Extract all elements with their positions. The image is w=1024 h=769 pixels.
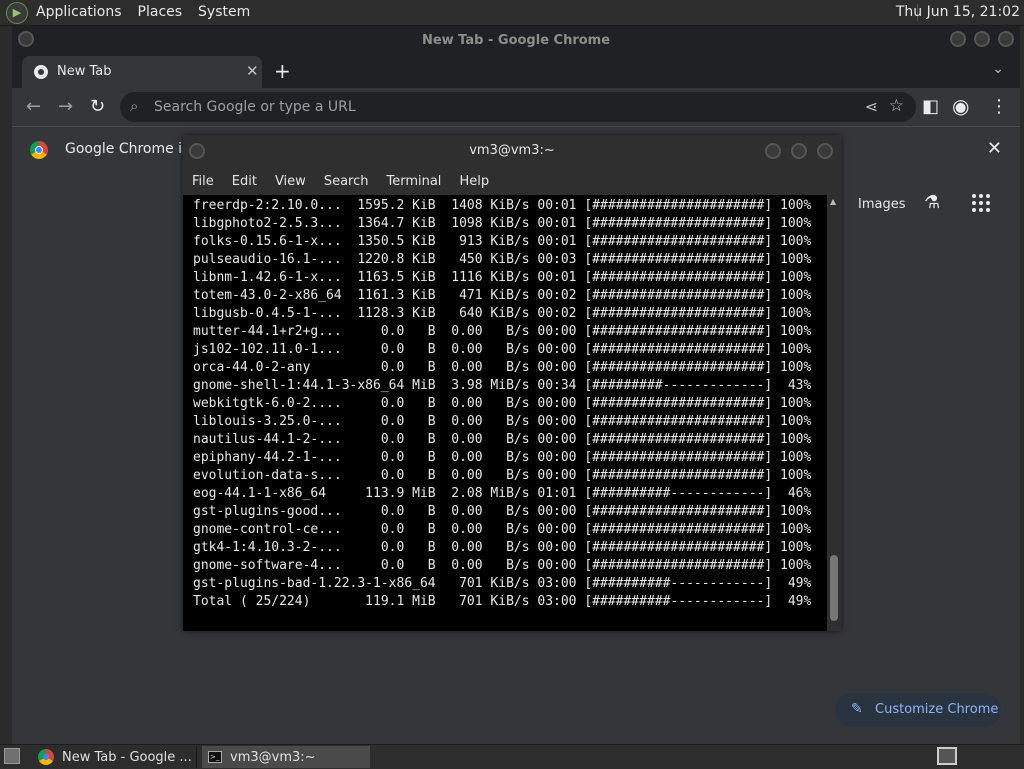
- menu-search[interactable]: Search: [315, 174, 378, 189]
- tab-close-icon[interactable]: ✕: [246, 62, 259, 80]
- reload-icon[interactable]: ↻: [90, 96, 105, 117]
- terminal-line: liblouis-3.25.0-... 0.0 B 0.00 B/s 00:00…: [193, 414, 812, 429]
- scroll-up-arrow-icon[interactable]: ▲: [830, 197, 836, 206]
- share-icon[interactable]: ⋖: [865, 97, 878, 116]
- menu-edit[interactable]: Edit: [223, 174, 266, 189]
- terminal-line: gnome-software-4... 0.0 B 0.00 B/s 00:00…: [193, 558, 812, 573]
- terminal-line: libgphoto2-2.5.3... 1364.7 KiB 1098 KiB/…: [193, 216, 812, 231]
- terminal-line: gtk4-1:4.10.3-2-... 0.0 B 0.00 B/s 00:00…: [193, 540, 812, 555]
- terminal-line: webkitgtk-6.0-2.... 0.0 B 0.00 B/s 00:00…: [193, 396, 812, 411]
- tab-label: New Tab: [57, 64, 112, 79]
- places-menu[interactable]: Places: [130, 0, 191, 25]
- tabstrip: New Tab ✕ + ⌄: [12, 56, 1020, 88]
- terminal-close-icon[interactable]: [817, 143, 833, 159]
- terminal-line: libnm-1.42.6-1-x... 1163.5 KiB 1116 KiB/…: [193, 270, 812, 285]
- terminal-line: folks-0.15.6-1-x... 1350.5 KiB 913 KiB/s…: [193, 234, 812, 249]
- pencil-icon: ✎: [851, 701, 863, 717]
- side-panel-icon[interactable]: ◧: [922, 96, 939, 117]
- forward-arrow-icon[interactable]: →: [58, 96, 73, 117]
- terminal-line: freerdp-2:2.10.0... 1595.2 KiB 1408 KiB/…: [193, 198, 812, 213]
- back-arrow-icon[interactable]: ←: [26, 96, 41, 117]
- chrome-favicon-icon: [34, 65, 48, 79]
- terminal-line: eog-44.1-1-x86_64 113.9 MiB 2.08 MiB/s 0…: [193, 486, 812, 501]
- chrome-task-icon: [38, 749, 54, 765]
- terminal-task-icon: >_: [208, 751, 222, 763]
- taskbar-chrome-button[interactable]: New Tab - Google ...: [30, 746, 197, 768]
- terminal-line: gnome-shell-1:44.1-3-x86_64 MiB 3.98 MiB…: [193, 378, 812, 393]
- scrollbar-thumb[interactable]: [830, 555, 838, 621]
- terminal-window: vm3@vm3:~ File Edit View Search Terminal…: [183, 135, 841, 631]
- terminal-line: js102-102.11.0-1... 0.0 B 0.00 B/s 00:00…: [193, 342, 812, 357]
- images-link[interactable]: Images: [858, 197, 906, 212]
- search-icon: ⌕: [130, 97, 139, 115]
- clock[interactable]: Thu Jun 15, 21:02: [896, 0, 1020, 25]
- terminal-line: Total ( 25/224) 119.1 MiB 701 KiB/s 03:0…: [193, 594, 812, 609]
- terminal-line: orca-44.0-2-any 0.0 B 0.00 B/s 00:00 [##…: [193, 360, 812, 375]
- terminal-line: totem-43.0-2-x86_64 1161.3 KiB 471 KiB/s…: [193, 288, 812, 303]
- profile-avatar-icon[interactable]: ◉: [952, 94, 969, 118]
- menu-file[interactable]: File: [183, 174, 223, 189]
- taskbar-terminal-label: vm3@vm3:~: [230, 749, 316, 765]
- terminal-scrollbar[interactable]: ▲: [827, 195, 841, 631]
- terminal-menubar: File Edit View Search Terminal Help: [183, 167, 841, 195]
- menu-view[interactable]: View: [266, 174, 315, 189]
- omnibox[interactable]: ⌕ Search Google or type a URL ⋖ ☆: [120, 92, 916, 122]
- terminal-line: nautilus-44.1-2-... 0.0 B 0.00 B/s 00:00…: [193, 432, 812, 447]
- show-desktop-icon[interactable]: [4, 748, 20, 764]
- terminal-maximize-icon[interactable]: [791, 143, 807, 159]
- terminal-line: gnome-control-ce... 0.0 B 0.00 B/s 00:00…: [193, 522, 812, 537]
- chrome-titlebar[interactable]: New Tab - Google Chrome: [12, 26, 1020, 56]
- chrome-window-title: New Tab - Google Chrome: [421, 33, 611, 48]
- infobar-close-icon[interactable]: ✕: [987, 138, 1002, 159]
- terminal-line: libgusb-0.4.5-1-... 1128.3 KiB 640 KiB/s…: [193, 306, 812, 321]
- chrome-toolbar: ← → ↻ ⌕ Search Google or type a URL ⋖ ☆ …: [12, 88, 1020, 126]
- distro-logo-icon[interactable]: ▶: [6, 1, 28, 24]
- system-menu[interactable]: System: [190, 0, 258, 25]
- maximize-icon[interactable]: [974, 31, 990, 47]
- workspace-switcher-icon[interactable]: [937, 747, 957, 765]
- labs-flask-icon[interactable]: ⚗: [924, 192, 940, 213]
- new-tab-plus-icon[interactable]: +: [274, 59, 291, 83]
- chrome-logo-icon: [30, 141, 48, 159]
- menu-help[interactable]: Help: [450, 174, 498, 189]
- taskbar-terminal-button[interactable]: >_ vm3@vm3:~: [202, 746, 370, 768]
- close-icon[interactable]: [998, 31, 1014, 47]
- terminal-output: freerdp-2:2.10.0... 1595.2 KiB 1408 KiB/…: [193, 197, 811, 611]
- terminal-screen[interactable]: freerdp-2:2.10.0... 1595.2 KiB 1408 KiB/…: [183, 195, 827, 631]
- kebab-menu-icon[interactable]: ⋮: [990, 96, 1008, 117]
- terminal-title: vm3@vm3:~: [469, 143, 555, 158]
- terminal-line: mutter-44.1+r2+g... 0.0 B 0.00 B/s 00:00…: [193, 324, 812, 339]
- terminal-line: gst-plugins-bad-1.22.3-1-x86_64 701 KiB/…: [193, 576, 812, 591]
- bottom-taskbar: New Tab - Google ... >_ vm3@vm3:~: [0, 744, 1024, 769]
- menu-terminal[interactable]: Terminal: [377, 174, 450, 189]
- applications-menu[interactable]: Applications: [28, 0, 130, 25]
- terminal-line: gst-plugins-good... 0.0 B 0.00 B/s 00:00…: [193, 504, 812, 519]
- google-apps-grid-icon[interactable]: [972, 194, 990, 212]
- infobar-message: Google Chrome isn: [65, 141, 199, 157]
- tab-new-tab[interactable]: New Tab ✕: [22, 56, 262, 88]
- terminal-line: epiphany-44.2-1-... 0.0 B 0.00 B/s 00:00…: [193, 450, 812, 465]
- tab-search-chevron-icon[interactable]: ⌄: [992, 61, 1004, 77]
- customize-chrome-label: Customize Chrome: [875, 702, 999, 717]
- omnibox-placeholder[interactable]: Search Google or type a URL: [154, 99, 356, 115]
- customize-chrome-button[interactable]: ✎ Customize Chrome: [835, 693, 1001, 727]
- bookmark-star-icon[interactable]: ☆: [889, 96, 904, 116]
- top-panel: ▶ Applications Places System Thu Jun 15,…: [0, 0, 1024, 26]
- taskbar-chrome-label: New Tab - Google ...: [62, 749, 192, 765]
- terminal-titlebar[interactable]: vm3@vm3:~: [183, 135, 841, 167]
- minimize-icon[interactable]: [950, 31, 966, 47]
- terminal-minimize-icon[interactable]: [765, 143, 781, 159]
- terminal-line: evolution-data-s... 0.0 B 0.00 B/s 00:00…: [193, 468, 812, 483]
- terminal-line: pulseaudio-16.1-... 1220.8 KiB 450 KiB/s…: [193, 252, 812, 267]
